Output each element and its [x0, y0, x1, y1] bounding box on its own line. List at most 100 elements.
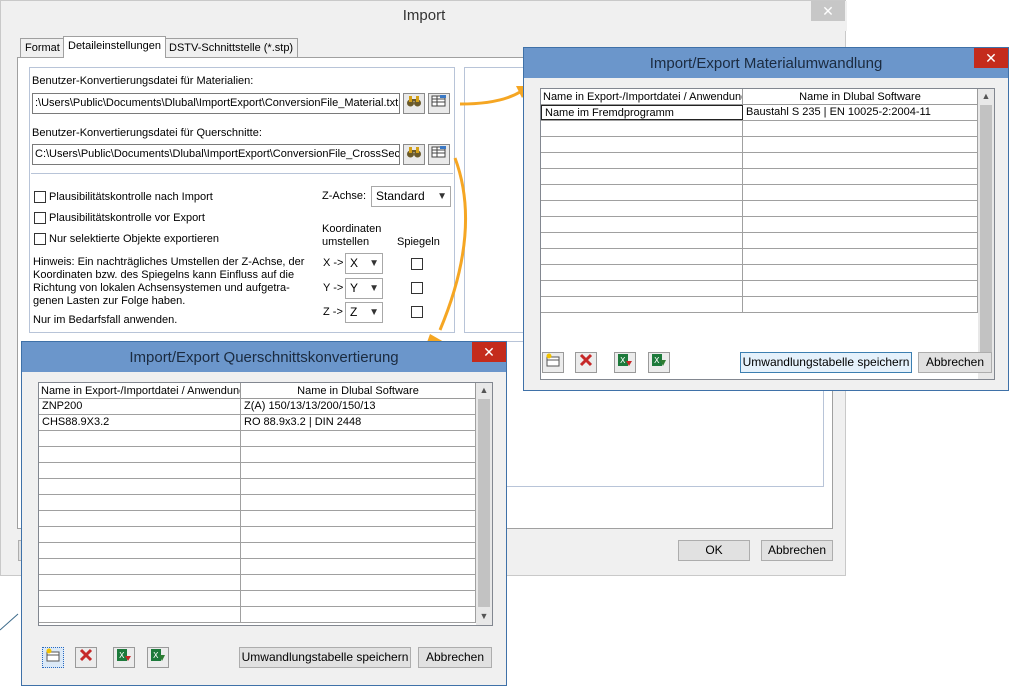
cell-source[interactable]	[541, 169, 743, 184]
cell-source[interactable]	[541, 185, 743, 200]
table-row[interactable]: Name im FremdprogrammBaustahl S 235 | EN…	[541, 105, 978, 121]
scroll-thumb[interactable]	[980, 105, 992, 353]
cell-target[interactable]	[743, 297, 978, 312]
table-row[interactable]	[39, 591, 476, 607]
close-button[interactable]: ✕	[472, 342, 506, 362]
table-row[interactable]	[39, 575, 476, 591]
cell-target[interactable]: Z(A) 150/13/13/200/150/13	[241, 399, 476, 414]
table-row[interactable]	[541, 233, 978, 249]
cell-source[interactable]: CHS88.9X3.2	[39, 415, 241, 430]
cell-source[interactable]	[541, 121, 743, 136]
cell-target[interactable]	[743, 169, 978, 184]
delete-row-button[interactable]	[75, 647, 97, 668]
save-table-button[interactable]: Umwandlungstabelle speichern	[239, 647, 411, 668]
table-row[interactable]	[541, 169, 978, 185]
cell-source[interactable]	[39, 495, 241, 510]
cell-target[interactable]	[241, 607, 476, 622]
column-header-target[interactable]: Name in Dlubal Software	[743, 89, 978, 105]
cell-target[interactable]	[241, 543, 476, 558]
cell-target[interactable]	[743, 233, 978, 248]
column-header-target[interactable]: Name in Dlubal Software	[241, 383, 476, 399]
table-row[interactable]	[541, 297, 978, 313]
table-row[interactable]	[541, 137, 978, 153]
cell-source[interactable]	[39, 447, 241, 462]
cell-source[interactable]	[39, 479, 241, 494]
cell-target[interactable]	[241, 447, 476, 462]
cell-target[interactable]	[241, 575, 476, 590]
cell-target[interactable]	[241, 527, 476, 542]
cell-target[interactable]	[743, 217, 978, 232]
cell-target[interactable]: RO 88.9x3.2 | DIN 2448	[241, 415, 476, 430]
cell-source[interactable]	[39, 543, 241, 558]
column-header-source[interactable]: Name in Export-/Importdatei / Anwendung	[39, 383, 241, 399]
save-table-button[interactable]: Umwandlungstabelle speichern	[740, 352, 912, 373]
cell-source[interactable]: ZNP200	[39, 399, 241, 414]
table-row[interactable]	[541, 121, 978, 137]
cell-target[interactable]	[743, 121, 978, 136]
cell-source[interactable]	[39, 511, 241, 526]
table-row[interactable]	[39, 447, 476, 463]
cell-source[interactable]	[541, 233, 743, 248]
table-row[interactable]	[541, 281, 978, 297]
scroll-thumb[interactable]	[478, 399, 490, 607]
scroll-down-icon[interactable]: ▼	[476, 611, 492, 621]
excel-export-button[interactable]: X	[147, 647, 169, 668]
table-row[interactable]	[541, 249, 978, 265]
cell-target[interactable]: Baustahl S 235 | EN 10025-2:2004-11	[743, 105, 978, 120]
cell-target[interactable]	[241, 591, 476, 606]
cell-source[interactable]	[39, 575, 241, 590]
cell-target[interactable]	[743, 153, 978, 168]
cell-target[interactable]	[743, 137, 978, 152]
cell-target[interactable]	[241, 559, 476, 574]
table-row[interactable]	[39, 527, 476, 543]
cancel-button[interactable]: Abbrechen	[418, 647, 492, 668]
table-row[interactable]	[541, 217, 978, 233]
cell-target[interactable]	[743, 185, 978, 200]
scroll-up-icon[interactable]: ▲	[978, 91, 994, 101]
cell-source[interactable]	[541, 297, 743, 312]
table-row[interactable]	[39, 479, 476, 495]
table-row[interactable]	[39, 463, 476, 479]
cell-source[interactable]	[39, 527, 241, 542]
table-row[interactable]: CHS88.9X3.2RO 88.9x3.2 | DIN 2448	[39, 415, 476, 431]
cell-source[interactable]	[39, 463, 241, 478]
column-header-source[interactable]: Name in Export-/Importdatei / Anwendung	[541, 89, 743, 105]
table-row[interactable]	[39, 559, 476, 575]
vertical-scrollbar[interactable]: ▲ ▼	[476, 383, 492, 625]
cell-source[interactable]	[541, 265, 743, 280]
cell-source[interactable]	[541, 217, 743, 232]
cell-target[interactable]	[241, 479, 476, 494]
table-row[interactable]	[541, 265, 978, 281]
cell-source[interactable]	[541, 281, 743, 296]
excel-import-button[interactable]: X	[614, 352, 636, 373]
close-button[interactable]: ✕	[974, 48, 1008, 68]
cell-source[interactable]	[541, 249, 743, 264]
cell-target[interactable]	[241, 495, 476, 510]
tab-detaileinstellungen[interactable]: Detaileinstellungen	[63, 36, 166, 58]
cell-target[interactable]	[743, 265, 978, 280]
table-row[interactable]	[541, 153, 978, 169]
new-row-button[interactable]	[542, 352, 564, 373]
table-row[interactable]	[39, 495, 476, 511]
cell-target[interactable]	[241, 431, 476, 446]
cell-source[interactable]	[39, 559, 241, 574]
cell-source[interactable]	[541, 201, 743, 216]
cell-source[interactable]	[541, 137, 743, 152]
cell-source[interactable]	[39, 591, 241, 606]
table-row[interactable]	[541, 201, 978, 217]
table-row[interactable]	[39, 607, 476, 623]
cell-target[interactable]	[743, 249, 978, 264]
excel-import-button[interactable]: X	[113, 647, 135, 668]
cell-target[interactable]	[241, 463, 476, 478]
scroll-up-icon[interactable]: ▲	[476, 385, 492, 395]
table-row[interactable]	[39, 431, 476, 447]
cell-target[interactable]	[241, 511, 476, 526]
table-row[interactable]	[39, 543, 476, 559]
cell-target[interactable]	[743, 281, 978, 296]
cell-source[interactable]	[39, 431, 241, 446]
new-row-button[interactable]	[42, 647, 64, 668]
vertical-scrollbar[interactable]: ▲ ▼	[978, 89, 994, 379]
cell-target[interactable]	[743, 201, 978, 216]
excel-export-button[interactable]: X	[648, 352, 670, 373]
delete-row-button[interactable]	[575, 352, 597, 373]
